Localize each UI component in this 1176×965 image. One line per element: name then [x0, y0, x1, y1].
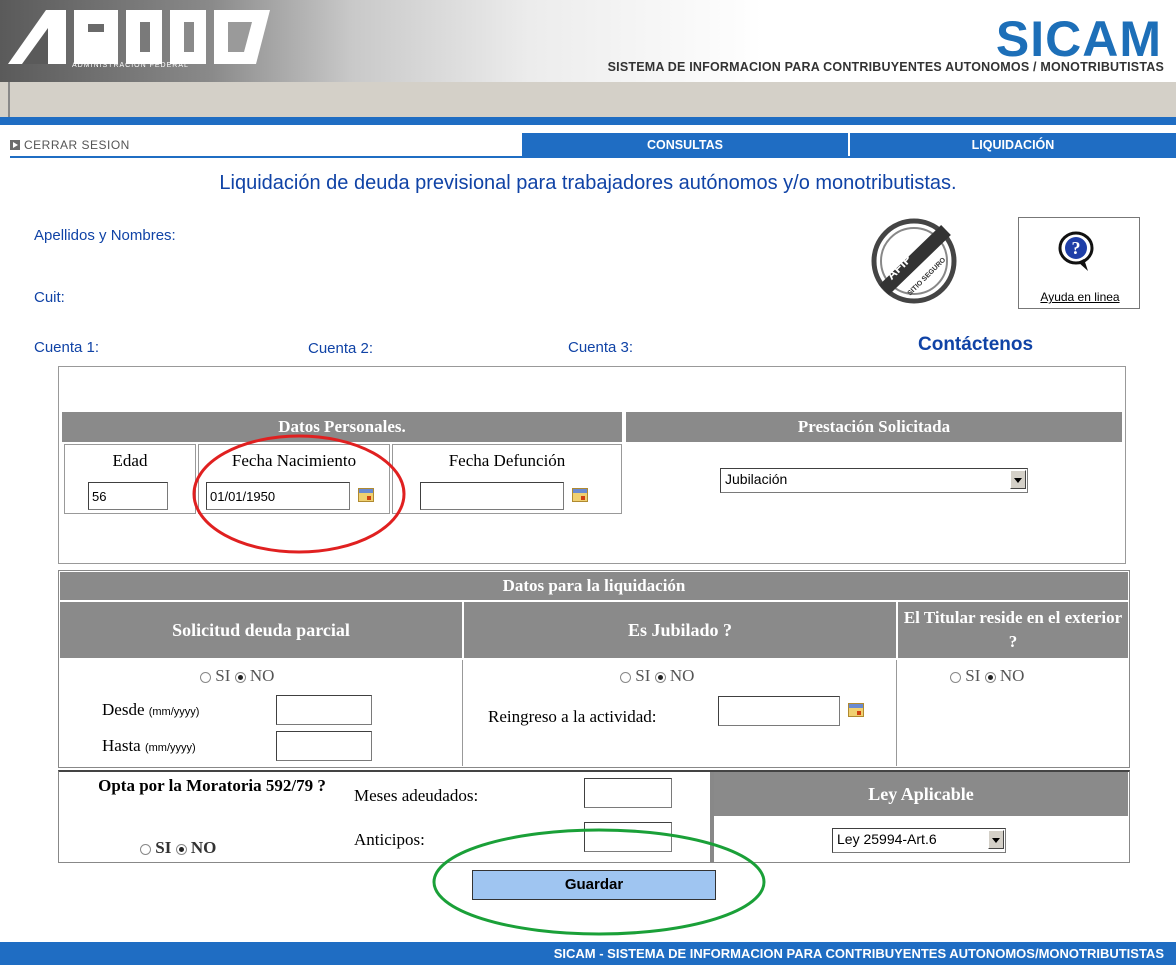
nav-underline	[10, 156, 1176, 158]
reingreso-label: Reingreso a la actividad:	[488, 707, 657, 726]
reingreso-input[interactable]	[718, 696, 840, 726]
header-strip	[8, 82, 1166, 117]
edad-input[interactable]	[88, 482, 168, 510]
green-highlight-ellipse	[432, 828, 766, 936]
prestacion-selected: Jubilación	[725, 471, 788, 487]
exterior-no-radio[interactable]	[984, 671, 996, 683]
moratoria-si-label: SI	[155, 838, 172, 857]
reingreso-calendar-icon[interactable]	[848, 703, 864, 717]
cuit-label: Cuit:	[34, 289, 65, 306]
logo-subtext: ADMINISTRACION FEDERAL	[72, 62, 189, 69]
exterior-no-label: NO	[999, 666, 1025, 685]
col-solicitud-header: Solicitud deuda parcial	[60, 602, 462, 658]
cuenta1-label: Cuenta 1:	[34, 339, 100, 356]
moratoria-no-radio[interactable]	[175, 843, 187, 855]
moratoria-question: Opta por la Moratoria 592/79 ?	[98, 776, 326, 795]
page-title: Liquidación de deuda previsional para tr…	[219, 172, 957, 194]
jubilado-no-radio[interactable]	[654, 671, 666, 683]
parcial-radio-group: SI NO	[200, 666, 274, 686]
parcial-no-radio[interactable]	[234, 671, 246, 683]
ley-selected: Ley 25994-Art.6	[837, 831, 937, 847]
logout-label: CERRAR SESION	[24, 138, 130, 152]
tab-consultas[interactable]: CONSULTAS	[520, 133, 848, 157]
jubilado-radio-group: SI NO	[620, 666, 694, 686]
chevron-down-icon[interactable]	[988, 830, 1004, 849]
desde-label: Desde (mm/yyyy)	[102, 700, 199, 720]
hasta-format: (mm/yyyy)	[144, 742, 196, 754]
jubilado-si-radio[interactable]	[620, 671, 631, 683]
secure-site-seal-icon: AFIP SITIO SEGURO	[871, 218, 957, 304]
col-exterior-header: El Titular reside en el exterior ?	[898, 602, 1128, 658]
logout-link[interactable]: CERRAR SESION	[10, 138, 130, 152]
exterior-si-radio[interactable]	[950, 671, 961, 683]
jubilado-si-label: SI	[635, 666, 651, 685]
anticipos-label: Anticipos:	[354, 830, 425, 849]
red-highlight-ellipse	[192, 434, 406, 554]
help-question-icon: ?	[1058, 231, 1094, 271]
moratoria-si-radio[interactable]	[140, 843, 151, 855]
prestacion-header: Prestación Solicitada	[626, 412, 1122, 442]
name-label: Apellidos y Nombres:	[34, 227, 176, 244]
ley-header: Ley Aplicable	[714, 772, 1128, 816]
hasta-label: Hasta (mm/yyyy)	[102, 736, 196, 756]
logout-arrow-icon	[10, 140, 20, 150]
hasta-input[interactable]	[276, 731, 372, 761]
parcial-si-radio[interactable]	[200, 671, 211, 683]
divider	[896, 660, 897, 766]
liquidacion-header: Datos para la liquidación	[60, 572, 1128, 600]
ley-select[interactable]: Ley 25994-Art.6	[832, 828, 1006, 853]
hasta-text: Hasta	[102, 736, 141, 755]
top-divider	[0, 117, 1176, 125]
exterior-si-label: SI	[965, 666, 981, 685]
exterior-radio-group: SI NO	[950, 666, 1024, 686]
meses-label: Meses adeudados:	[354, 786, 479, 805]
divider	[462, 660, 463, 766]
edad-label: Edad	[112, 451, 148, 470]
moratoria-no-label: NO	[190, 838, 217, 857]
prestacion-select[interactable]: Jubilación	[720, 468, 1028, 493]
col-jubilado-header: Es Jubilado ?	[464, 602, 896, 658]
moratoria-radio-group: SI NO	[140, 838, 216, 858]
defuncion-label: Fecha Defunción	[448, 451, 566, 470]
footer-text: SICAM - SISTEMA DE INFORMACION PARA CONT…	[553, 946, 1164, 961]
cuenta2-label: Cuenta 2:	[308, 340, 374, 357]
jubilado-no-label: NO	[669, 666, 695, 685]
desde-input[interactable]	[276, 695, 372, 725]
chevron-down-icon[interactable]	[1010, 470, 1026, 489]
desde-format: (mm/yyyy)	[148, 706, 200, 718]
svg-text:?: ?	[1072, 238, 1081, 258]
defuncion-input[interactable]	[420, 482, 564, 510]
defuncion-calendar-icon[interactable]	[572, 488, 588, 502]
help-link-label[interactable]: Ayuda en linea	[1022, 290, 1138, 304]
meses-input[interactable]	[584, 778, 672, 808]
header-subtitle: SISTEMA DE INFORMACION PARA CONTRIBUYENT…	[607, 60, 1164, 74]
parcial-si-label: SI	[215, 666, 231, 685]
parcial-no-label: NO	[249, 666, 275, 685]
cuenta3-label: Cuenta 3:	[568, 339, 634, 356]
desde-text: Desde	[102, 700, 145, 719]
tab-liquidacion[interactable]: LIQUIDACIÓN	[848, 133, 1176, 157]
contact-link[interactable]: Contáctenos	[918, 334, 1033, 356]
